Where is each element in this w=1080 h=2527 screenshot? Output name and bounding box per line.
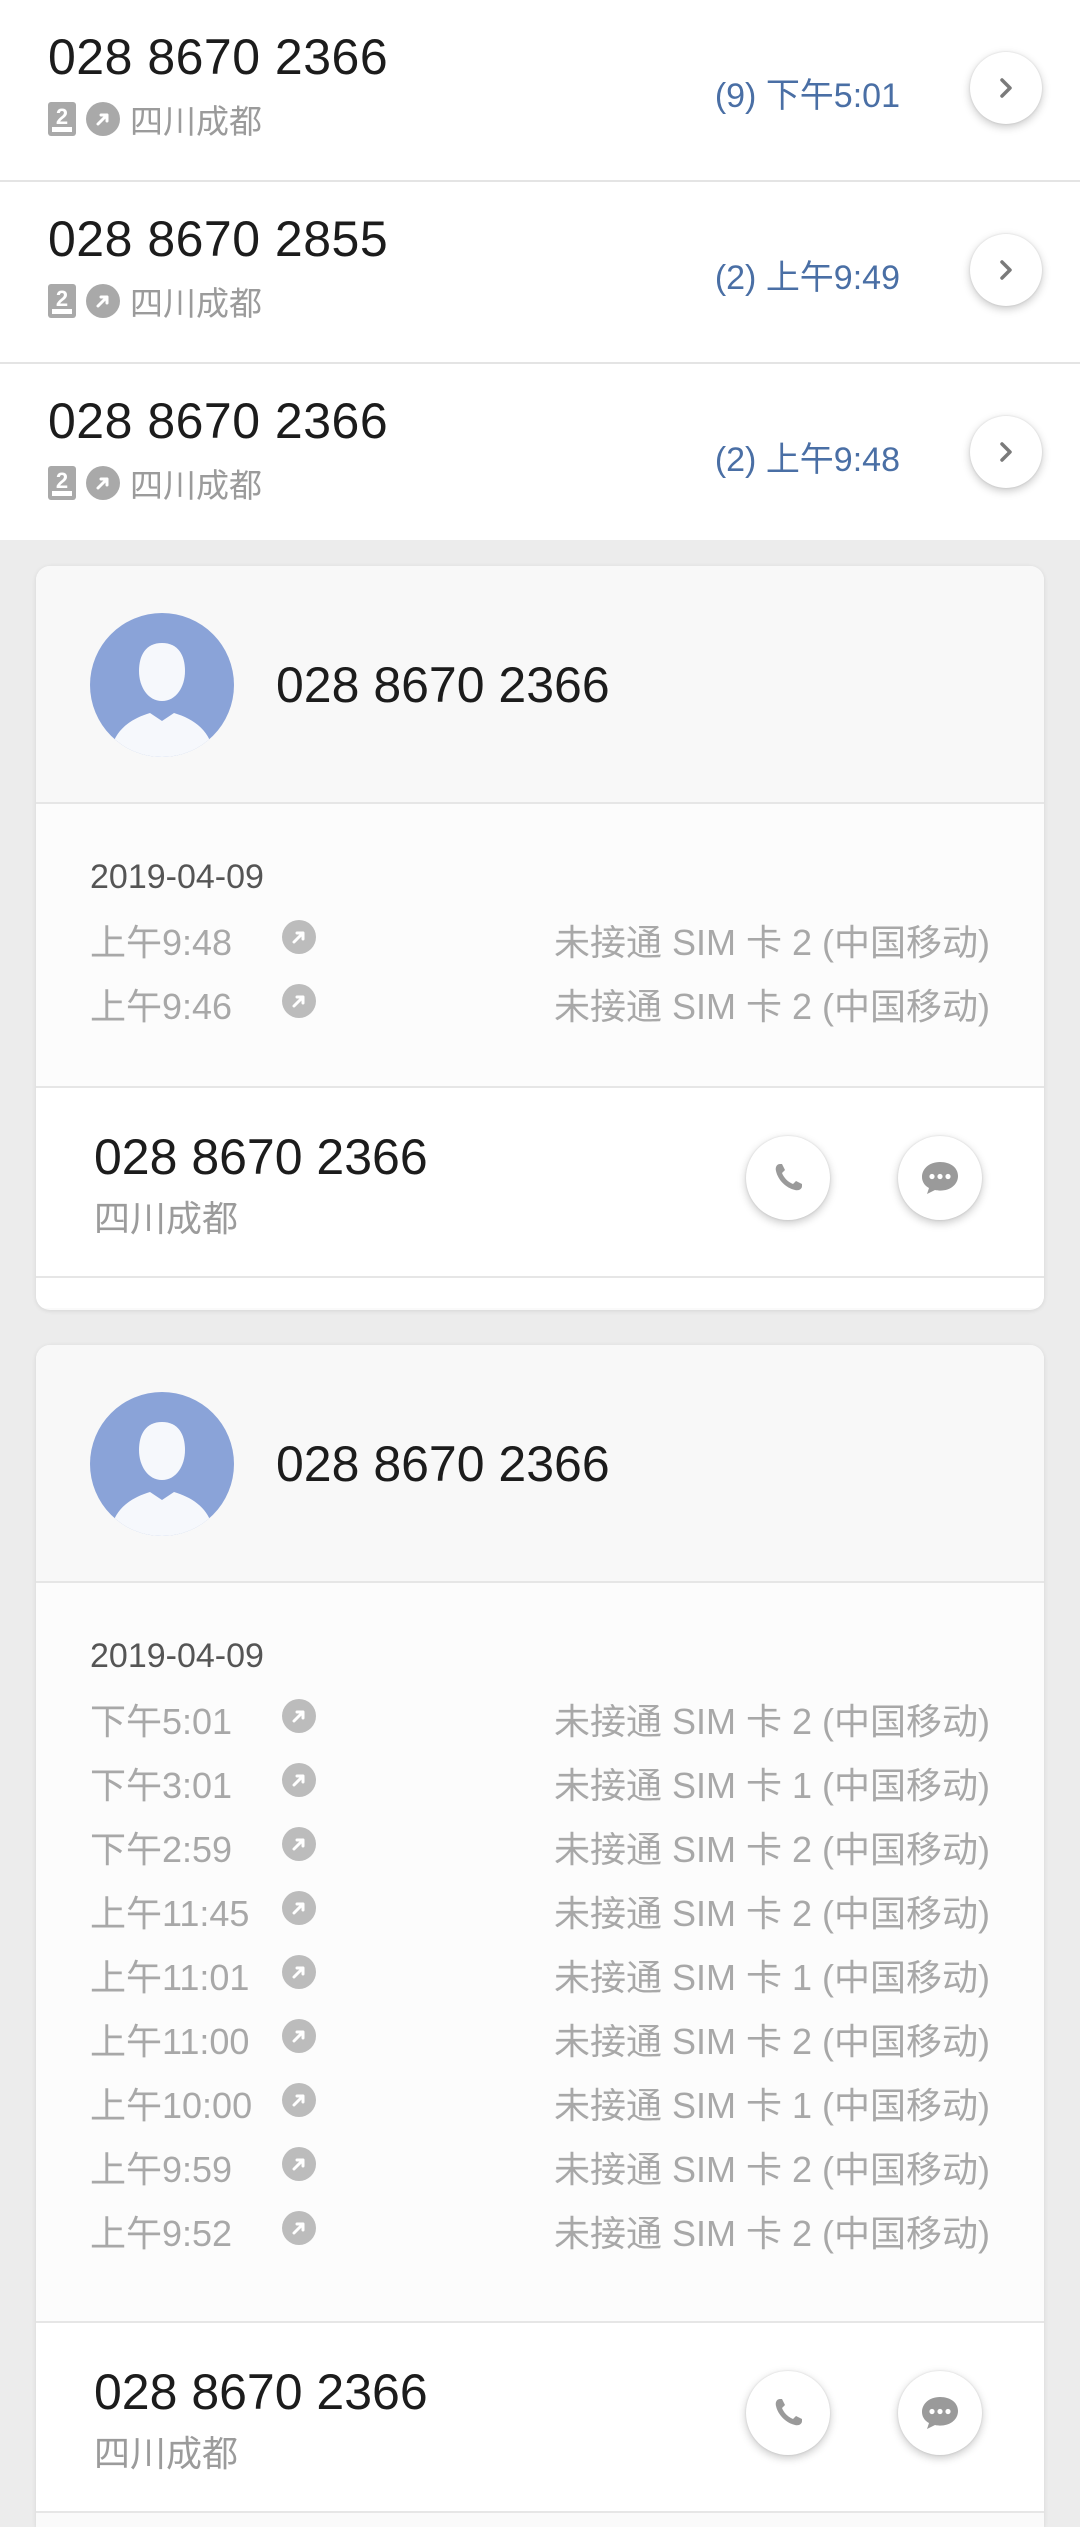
call-record-row: 下午5:01 未接通 SIM 卡 2 (中国移动): [90, 1693, 990, 1742]
outgoing-call-icon: [282, 1955, 316, 1989]
record-status: 未接通 SIM 卡 1 (中国移动): [553, 2085, 990, 2126]
record-status: 未接通 SIM 卡 2 (中国移动): [553, 2213, 990, 2254]
call-detail-card: 028 8670 2366 2019-04-09 上午9:48 未接通 SIM 卡…: [36, 566, 1044, 1310]
outgoing-call-icon: [282, 1827, 316, 1861]
footer-number: 028 8670 2366: [94, 1129, 428, 1185]
outgoing-call-icon: [282, 2211, 316, 2245]
call-record-row: 上午9:59 未接通 SIM 卡 2 (中国移动): [90, 2141, 990, 2190]
call-count-time: (2) 上午9:48: [714, 441, 900, 479]
record-time: 上午11:01: [90, 1957, 250, 1998]
contact-avatar-icon: [90, 613, 234, 757]
call-count-time: (2) 上午9:49: [714, 259, 900, 297]
contact-avatar-icon: [90, 1392, 234, 1536]
message-button[interactable]: [898, 2371, 982, 2455]
call-record-row: 下午2:59 未接通 SIM 卡 2 (中国移动): [90, 1821, 990, 1870]
footer-location: 四川成都: [94, 2433, 239, 2474]
record-status: 未接通 SIM 卡 1 (中国移动): [553, 1765, 990, 1806]
call-record-row: 上午10:00 未接通 SIM 卡 1 (中国移动): [90, 2077, 990, 2126]
message-icon: [922, 1162, 958, 1194]
message-button[interactable]: [898, 1136, 982, 1220]
call-log-row[interactable]: 028 8670 2855 2 四川成都 (2) 上午9:49: [0, 182, 1080, 364]
call-record-row: 上午9:48 未接通 SIM 卡 2 (中国移动): [90, 914, 990, 963]
outgoing-call-icon: [282, 984, 316, 1018]
call-count-time: (9) 下午5:01: [714, 77, 900, 115]
card-title-number: 028 8670 2366: [276, 1436, 610, 1492]
call-detail-card: 028 8670 2366 2019-04-09 下午5:01 未接通 SIM 卡…: [36, 1345, 1044, 2527]
card-header: 028 8670 2366: [36, 566, 1044, 804]
call-number: 028 8670 2366: [48, 393, 389, 449]
record-time: 上午11:00: [90, 2021, 250, 2062]
call-subline: 2 四川成都: [48, 464, 262, 504]
call-record-row: 上午11:01 未接通 SIM 卡 1 (中国移动): [90, 1949, 990, 1998]
outgoing-call-icon: [282, 2019, 316, 2053]
record-status: 未接通 SIM 卡 2 (中国移动): [553, 2149, 990, 2190]
outgoing-call-icon: [86, 466, 120, 500]
card-header: 028 8670 2366: [36, 1345, 1044, 1583]
chevron-right-icon: [1000, 260, 1012, 280]
footer-location: 四川成都: [94, 1198, 239, 1239]
call-subline: 2 四川成都: [48, 100, 262, 140]
message-icon: [922, 2397, 958, 2429]
outgoing-call-icon: [282, 2083, 316, 2117]
call-record-row: 下午3:01 未接通 SIM 卡 1 (中国移动): [90, 1757, 990, 1806]
outgoing-call-icon: [86, 102, 120, 136]
record-time: 下午3:01: [90, 1765, 233, 1806]
record-time: 下午5:01: [90, 1701, 233, 1742]
chevron-right-icon: [1000, 78, 1012, 98]
record-date: 2019-04-09: [90, 1637, 264, 1675]
outgoing-call-icon: [86, 284, 120, 318]
call-records: 2019-04-09 上午9:48 未接通 SIM 卡 2 (中国移动) 上午9:4…: [36, 804, 1044, 1088]
call-log-row[interactable]: 028 8670 2366 2 四川成都 (2) 上午9:48: [0, 364, 1080, 540]
call-detail-button[interactable]: [970, 52, 1042, 124]
call-button[interactable]: [746, 2371, 830, 2455]
call-record-row: 上午11:45 未接通 SIM 卡 2 (中国移动): [90, 1885, 990, 1934]
record-status: 未接通 SIM 卡 2 (中国移动): [553, 1893, 990, 1934]
record-time: 上午9:59: [90, 2149, 233, 2190]
card-footer: 028 8670 2366 四川成都: [36, 2323, 1044, 2513]
chevron-right-icon: [1000, 442, 1012, 462]
call-location: 四川成都: [130, 467, 262, 504]
record-status: 未接通 SIM 卡 2 (中国移动): [553, 2021, 990, 2062]
call-log-row[interactable]: 028 8670 2366 2 四川成都 (9) 下午5:01: [0, 0, 1080, 182]
card-title-number: 028 8670 2366: [276, 657, 610, 713]
record-time: 上午10:00: [90, 2085, 253, 2126]
record-time: 上午11:45: [90, 1893, 250, 1934]
record-status: 未接通 SIM 卡 2 (中国移动): [553, 922, 990, 963]
record-status: 未接通 SIM 卡 1 (中国移动): [553, 1957, 990, 1998]
phone-icon: [775, 1164, 802, 1191]
outgoing-call-icon: [282, 1763, 316, 1797]
call-detail-button[interactable]: [970, 234, 1042, 306]
record-status: 未接通 SIM 卡 2 (中国移动): [553, 986, 990, 1027]
call-subline: 2 四川成都: [48, 282, 262, 322]
call-record-row: 上午11:00 未接通 SIM 卡 2 (中国移动): [90, 2013, 990, 2062]
record-time: 上午9:46: [90, 986, 233, 1027]
call-detail-button[interactable]: [970, 416, 1042, 488]
card-footer: 028 8670 2366 四川成都: [36, 1088, 1044, 1278]
record-status: 未接通 SIM 卡 2 (中国移动): [553, 1829, 990, 1870]
call-button[interactable]: [746, 1136, 830, 1220]
record-time: 下午2:59: [90, 1829, 233, 1870]
outgoing-call-icon: [282, 920, 316, 954]
outgoing-call-icon: [282, 2147, 316, 2181]
record-status: 未接通 SIM 卡 2 (中国移动): [553, 1701, 990, 1742]
call-records: 2019-04-09 下午5:01 未接通 SIM 卡 2 (中国移动) 下午3:0…: [36, 1583, 1044, 2323]
call-number: 028 8670 2855: [48, 211, 389, 267]
footer-number: 028 8670 2366: [94, 2364, 428, 2420]
call-location: 四川成都: [130, 285, 262, 322]
call-location: 四川成都: [130, 103, 262, 140]
outgoing-call-icon: [282, 1891, 316, 1925]
call-record-row: 上午9:46 未接通 SIM 卡 2 (中国移动): [90, 978, 990, 1027]
sim-card-icon: 2: [48, 466, 76, 500]
call-record-row: 上午9:52 未接通 SIM 卡 2 (中国移动): [90, 2205, 990, 2254]
record-time: 上午9:52: [90, 2213, 233, 2254]
call-number: 028 8670 2366: [48, 29, 389, 85]
call-log-list: 028 8670 2366 2 四川成都 (9) 下午5:01 028 8670…: [0, 0, 1080, 540]
sim-card-icon: 2: [48, 284, 76, 318]
sim-card-icon: 2: [48, 102, 76, 136]
outgoing-call-icon: [282, 1699, 316, 1733]
phone-icon: [775, 2399, 802, 2426]
record-date: 2019-04-09: [90, 858, 264, 896]
record-time: 上午9:48: [90, 922, 233, 963]
